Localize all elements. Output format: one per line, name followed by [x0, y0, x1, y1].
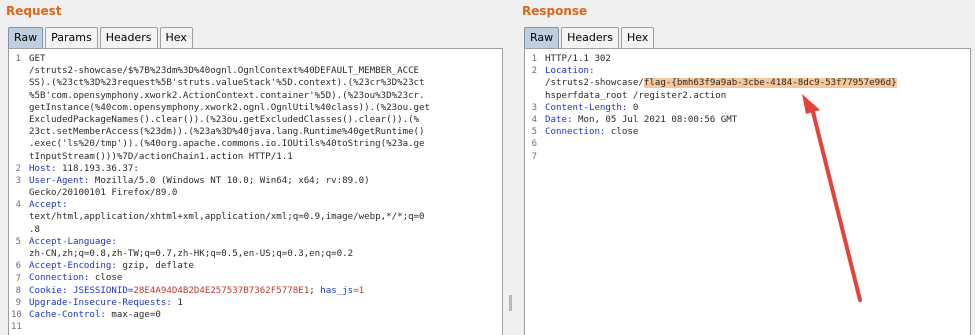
arrow-shaft	[810, 106, 862, 302]
annotation-arrow	[802, 94, 862, 302]
arrow-head-icon	[802, 94, 820, 114]
